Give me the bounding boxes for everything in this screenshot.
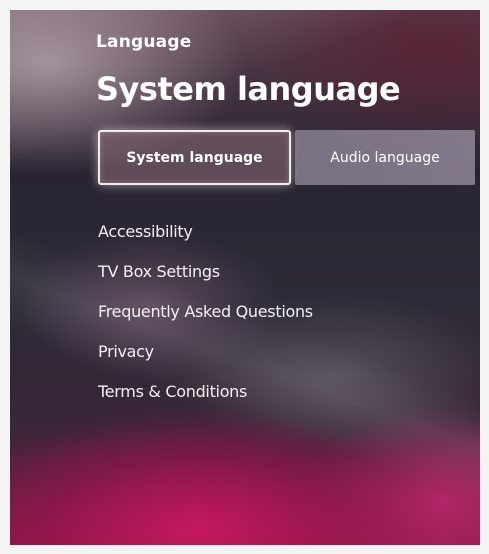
menu-item-faq[interactable]: Frequently Asked Questions <box>98 292 313 332</box>
menu-item-privacy[interactable]: Privacy <box>98 332 313 372</box>
photo-frame: Language System language System language… <box>0 0 489 554</box>
menu-item-terms-conditions[interactable]: Terms & Conditions <box>98 372 313 412</box>
tab-system-language[interactable]: System language <box>98 130 291 185</box>
language-tabs: System language Audio language <box>98 130 475 185</box>
breadcrumb: Language <box>96 32 192 52</box>
tab-audio-language[interactable]: Audio language <box>295 130 475 185</box>
menu-item-accessibility[interactable]: Accessibility <box>98 212 313 252</box>
tv-screen: Language System language System language… <box>10 10 480 545</box>
page-title: System language <box>96 70 401 108</box>
settings-menu: Accessibility TV Box Settings Frequently… <box>98 212 313 412</box>
menu-item-tv-box-settings[interactable]: TV Box Settings <box>98 252 313 292</box>
